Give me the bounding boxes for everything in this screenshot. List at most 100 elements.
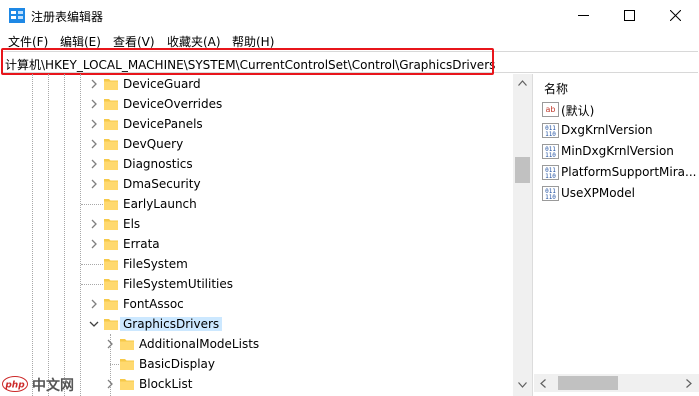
maximize-icon <box>623 9 635 21</box>
values-horizontal-scrollbar[interactable] <box>534 374 699 392</box>
scroll-up-arrow-icon[interactable] <box>518 80 527 86</box>
dword-value-icon: 011 110 <box>542 123 559 138</box>
name-column-header[interactable]: 名称 <box>534 74 699 98</box>
tree-item-label: Diagnostics <box>123 157 193 171</box>
tree-item-label: AdditionalModeLists <box>139 337 260 351</box>
value-name: PlatformSupportMira... <box>561 165 697 179</box>
tree-connector <box>81 284 103 285</box>
minimize-button[interactable] <box>560 0 606 30</box>
tree-item-label: DevQuery <box>123 137 184 151</box>
tree-item[interactable]: FileSystemUtilities <box>0 274 512 294</box>
value-item[interactable]: 011 110 DxgKrnlVersion <box>542 121 699 141</box>
svg-text:110: 110 <box>545 131 556 138</box>
chevron-right-icon[interactable] <box>89 219 99 229</box>
folder-icon <box>104 139 118 150</box>
tree-connector <box>81 264 103 265</box>
tree-connector <box>110 364 119 365</box>
tree-item-label: GraphicsDrivers <box>120 317 223 331</box>
tree-item[interactable]: DevicePanels <box>0 114 512 134</box>
tree-item-label: Els <box>123 217 141 231</box>
value-item[interactable]: 011 110 PlatformSupportMira... <box>542 163 699 183</box>
chevron-right-icon[interactable] <box>89 239 99 249</box>
tree-item[interactable]: BasicDisplay <box>0 354 512 374</box>
folder-icon <box>120 379 134 390</box>
tree-item[interactable]: DeviceGuard <box>0 74 512 94</box>
svg-text:php: php <box>4 381 25 391</box>
close-icon <box>669 9 681 21</box>
address-highlight-box <box>1 48 494 75</box>
watermark-text: 中文网 <box>32 378 74 394</box>
folder-icon <box>104 99 118 110</box>
tree-item-label: EarlyLaunch <box>123 197 197 211</box>
folder-icon <box>104 279 118 290</box>
tree-item-label: Errata <box>123 237 160 251</box>
chevron-right-icon[interactable] <box>89 99 99 109</box>
svg-text:110: 110 <box>545 173 556 180</box>
folder-icon <box>120 359 134 370</box>
minimize-icon <box>577 14 589 16</box>
chevron-right-icon[interactable] <box>89 179 99 189</box>
tree-item[interactable]: DmaSecurity <box>0 174 512 194</box>
values-pane[interactable]: 名称 ab (默认) 011 110 DxgKrnlVersion 011 11… <box>534 74 699 396</box>
tree-item[interactable]: Els <box>0 214 512 234</box>
chevron-right-icon[interactable] <box>89 139 99 149</box>
tree-item-label: FileSystemUtilities <box>123 277 233 291</box>
tree-item-label: BlockList <box>139 377 193 391</box>
value-item[interactable]: 011 110 MinDxgKrnlVersion <box>542 142 699 162</box>
tree-item[interactable]: Diagnostics <box>0 154 512 174</box>
tree-item[interactable]: AdditionalModeLists <box>0 334 512 354</box>
value-name: UseXPModel <box>561 186 635 200</box>
folder-icon <box>104 259 118 270</box>
tree-item-label: DeviceOverrides <box>123 97 223 111</box>
folder-icon <box>104 159 118 170</box>
folder-icon <box>104 239 118 250</box>
value-name: DxgKrnlVersion <box>561 123 653 137</box>
close-button[interactable] <box>652 0 698 30</box>
regedit-app-icon <box>9 8 25 23</box>
chevron-down-icon[interactable] <box>89 319 99 329</box>
folder-icon <box>104 179 118 190</box>
php-logo: php <box>2 376 28 392</box>
tree-item[interactable]: GraphicsDrivers <box>0 314 512 334</box>
key-tree-pane[interactable]: DeviceGuard DeviceOverrides DevicePanels… <box>0 74 533 396</box>
chevron-right-icon[interactable] <box>105 379 115 389</box>
string-value-icon: ab <box>542 102 559 117</box>
scroll-right-arrow-icon[interactable] <box>686 379 692 388</box>
folder-icon <box>104 319 118 330</box>
folder-icon <box>104 79 118 90</box>
tree-connector <box>81 204 103 205</box>
chevron-right-icon[interactable] <box>89 79 99 89</box>
dword-value-icon: 011 110 <box>542 186 559 201</box>
tree-item-label: FileSystem <box>123 257 188 271</box>
dword-value-icon: 011 110 <box>542 144 559 159</box>
tree-item-label: FontAssoc <box>123 297 184 311</box>
scroll-left-arrow-icon[interactable] <box>540 379 546 388</box>
tree-item-label: DeviceGuard <box>123 77 201 91</box>
tree-vertical-scrollbar[interactable] <box>513 74 532 396</box>
value-name: (默认) <box>561 104 595 118</box>
chevron-right-icon[interactable] <box>89 159 99 169</box>
tree-item[interactable]: FileSystem <box>0 254 512 274</box>
watermark: php 中文网 <box>2 374 82 394</box>
tree-scroll-thumb[interactable] <box>515 157 530 183</box>
tree-item[interactable]: DevQuery <box>0 134 512 154</box>
maximize-button[interactable] <box>606 0 652 30</box>
chevron-right-icon[interactable] <box>105 339 115 349</box>
svg-text:110: 110 <box>545 194 556 201</box>
value-name: MinDxgKrnlVersion <box>561 144 674 158</box>
tree-item-label: BasicDisplay <box>139 357 216 371</box>
value-item[interactable]: 011 110 UseXPModel <box>542 184 699 204</box>
folder-icon <box>120 339 134 350</box>
values-scroll-thumb[interactable] <box>558 376 618 390</box>
window-title: 注册表编辑器 <box>31 10 104 24</box>
tree-item[interactable]: Errata <box>0 234 512 254</box>
tree-item[interactable]: EarlyLaunch <box>0 194 512 214</box>
scroll-down-arrow-icon[interactable] <box>518 382 527 388</box>
chevron-right-icon[interactable] <box>89 299 99 309</box>
value-item[interactable]: ab (默认) <box>542 100 699 120</box>
name-column-label: 名称 <box>544 82 569 96</box>
tree-item[interactable]: FontAssoc <box>0 294 512 314</box>
chevron-right-icon[interactable] <box>89 119 99 129</box>
tree-item-label: DmaSecurity <box>123 177 201 191</box>
tree-item[interactable]: DeviceOverrides <box>0 94 512 114</box>
